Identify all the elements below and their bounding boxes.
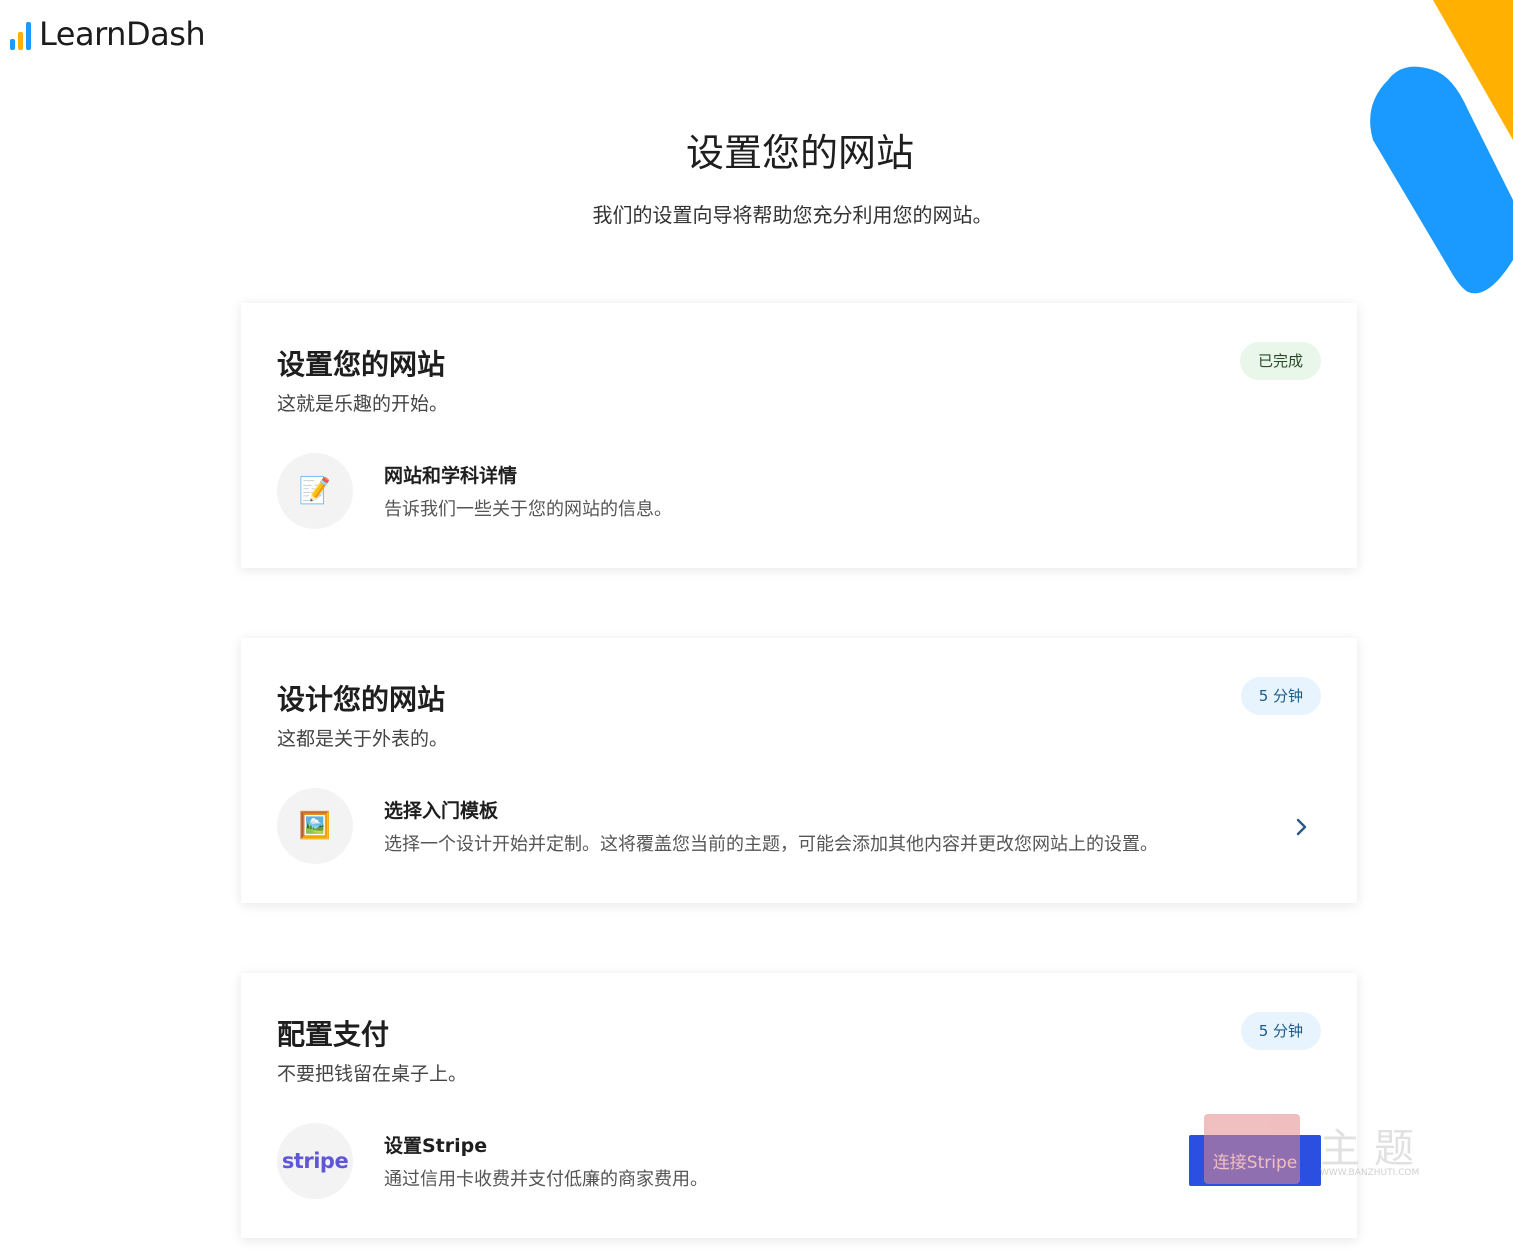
stripe-logo-icon: stripe [277, 1123, 353, 1199]
step-choose-template[interactable]: 🖼️ 选择入门模板 选择一个设计开始并定制。这将覆盖您当前的主题，可能会添加其他… [277, 788, 1321, 866]
page-title: 设置您的网站 [685, 131, 914, 175]
step-description: 选择一个设计开始并定制。这将覆盖您当前的主题，可能会添加其他内容并更改您网站上的… [384, 834, 1158, 855]
status-badge-completed: 已完成 [1239, 342, 1321, 380]
payments-card: 配置支付 不要把钱留在桌子上。 5 分钟 stripe 设置Stripe 通过信… [241, 973, 1357, 1238]
step-setup-stripe: stripe 设置Stripe 通过信用卡收费并支付低廉的商家费用。 连接Str… [277, 1123, 1321, 1201]
time-estimate-badge: 5 分钟 [1240, 1012, 1321, 1050]
framed-picture-icon: 🖼️ [277, 788, 353, 864]
design-site-card: 设计您的网站 这都是关于外表的。 5 分钟 🖼️ 选择入门模板 选择一个设计开始… [241, 638, 1357, 903]
card-description: 不要把钱留在桌子上。 [277, 1063, 468, 1085]
card-description: 这就是乐趣的开始。 [277, 393, 449, 415]
setup-site-card: 设置您的网站 这就是乐趣的开始。 已完成 📝 网站和学科详情 告诉我们一些关于您… [241, 303, 1357, 568]
step-title: 网站和学科详情 [384, 465, 518, 487]
page-subtitle: 我们的设置向导将帮助您充分利用您的网站。 [592, 203, 993, 227]
step-description: 告诉我们一些关于您的网站的信息。 [384, 499, 672, 520]
step-description: 通过信用卡收费并支付低廉的商家费用。 [384, 1169, 708, 1190]
step-site-details[interactable]: 📝 网站和学科详情 告诉我们一些关于您的网站的信息。 [277, 453, 1321, 531]
card-title: 设置您的网站 [277, 348, 446, 381]
step-title: 设置Stripe [384, 1135, 488, 1157]
card-title: 配置支付 [277, 1018, 390, 1051]
card-description: 这都是关于外表的。 [277, 728, 449, 750]
logo-bars-icon [10, 20, 31, 50]
memo-pencil-icon: 📝 [277, 453, 353, 529]
setup-wizard-page: LearnDash 设置您的网站 我们的设置向导将帮助您充分利用您的网站。 设置… [0, 0, 1513, 1257]
learndash-logo[interactable]: LearnDash [10, 15, 206, 53]
chevron-right-icon[interactable] [1287, 812, 1317, 842]
time-estimate-badge: 5 分钟 [1240, 677, 1321, 715]
card-title: 设计您的网站 [277, 683, 446, 716]
step-title: 选择入门模板 [384, 800, 499, 822]
logo-text: LearnDash [39, 15, 206, 53]
connect-stripe-button[interactable]: 连接Stripe [1189, 1135, 1321, 1186]
